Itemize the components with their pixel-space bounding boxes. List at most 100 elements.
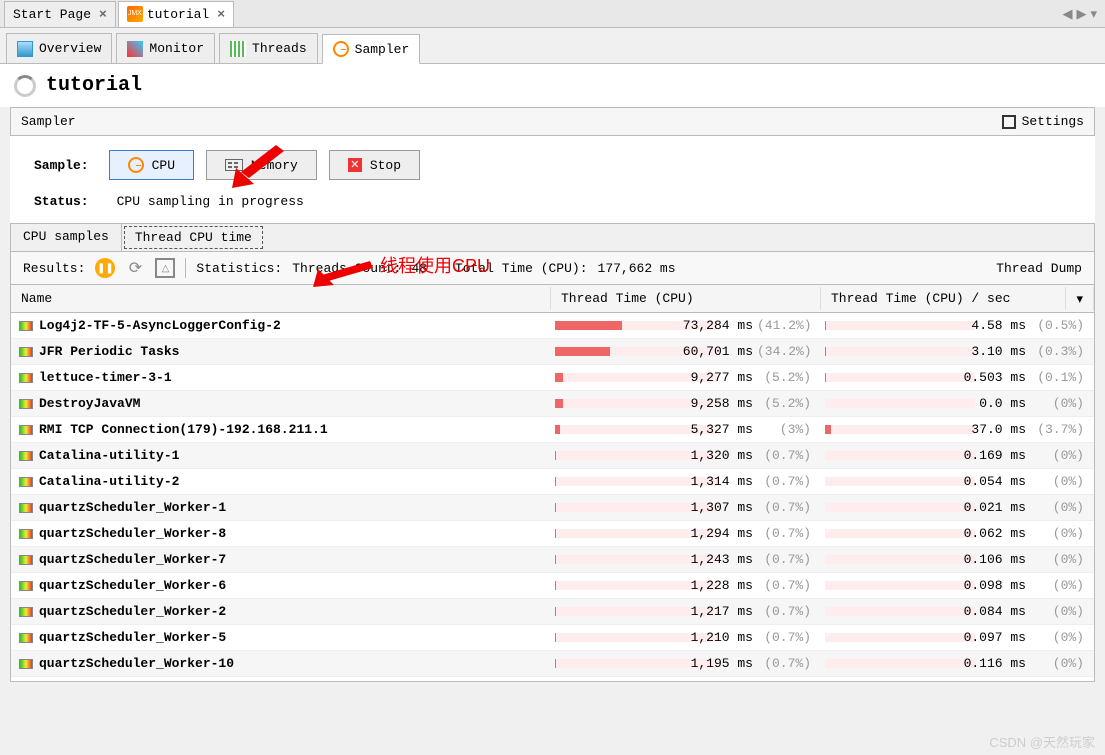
nav-menu-icon[interactable]: ▾	[1090, 6, 1097, 22]
psec-value: 0.0 ms	[979, 396, 1030, 411]
thread-icon	[19, 399, 33, 409]
result-tabs: CPU samples Thread CPU time	[10, 223, 1095, 252]
thread-dump-button[interactable]: Thread Dump	[996, 261, 1082, 276]
table-row[interactable]: quartzScheduler_Worker-7 1,243 ms(0.7%) 0.…	[11, 547, 1094, 573]
progress-spinner-icon	[14, 75, 36, 97]
threads-icon	[230, 41, 246, 57]
table-row[interactable]: JFR Periodic Tasks60,701 ms(34.2%)3.10 m…	[11, 339, 1094, 365]
psec-pct: (0%)	[1030, 474, 1084, 489]
table-row[interactable]: Catalina-utility-21,314 ms(0.7%)0.054 ms…	[11, 469, 1094, 495]
time-pct: (0.7%)	[757, 552, 811, 567]
status-label: Status:	[34, 194, 89, 209]
annotation-text: 线程使用CPU	[380, 252, 490, 278]
stop-button[interactable]: ✕ Stop	[329, 150, 420, 180]
table-row[interactable]: RMI TCP Connection(179)-192.168.211.15,3…	[11, 417, 1094, 443]
tab-monitor[interactable]: Monitor	[116, 33, 215, 63]
tab-label: Monitor	[149, 41, 204, 56]
col-name[interactable]: Name	[11, 287, 551, 310]
stop-icon: ✕	[348, 158, 362, 172]
results-toolbar: Results: ❚❚ ⟳ △ Statistics: Threads Coun…	[10, 252, 1095, 284]
psec-value: 3.10 ms	[971, 344, 1030, 359]
time-value: 1,195 ms	[691, 656, 757, 671]
psec-pct: (0%)	[1030, 526, 1084, 541]
memory-button[interactable]: Memory	[206, 150, 317, 180]
psec-value: 0.116 ms	[964, 656, 1030, 671]
time-pct: (5.2%)	[757, 370, 811, 385]
time-value: 1,307 ms	[691, 500, 757, 515]
cpu-button[interactable]: CPU	[109, 150, 194, 180]
nav-prev-icon[interactable]: ◀	[1062, 6, 1072, 22]
tab-threads[interactable]: Threads	[219, 33, 318, 63]
thread-icon	[19, 503, 33, 513]
settings-toggle[interactable]: Settings	[1002, 114, 1084, 129]
psec-pct: (0%)	[1030, 578, 1084, 593]
col-thread-time-psec[interactable]: Thread Time (CPU) / sec	[821, 287, 1066, 310]
overview-icon	[17, 41, 33, 57]
time-pct: (34.2%)	[757, 344, 811, 359]
time-pct: (0.7%)	[757, 578, 811, 593]
refresh-icon[interactable]: ⟳	[125, 258, 145, 278]
table-row[interactable]: quartzScheduler_Worker-51,210 ms(0.7%)0.…	[11, 625, 1094, 651]
pause-icon[interactable]: ❚❚	[95, 258, 115, 278]
section-label: Sampler	[21, 114, 76, 129]
table-row[interactable]: quartzScheduler_Worker-21,217 ms(0.7%)0.…	[11, 599, 1094, 625]
tab-thread-cpu-time[interactable]: Thread CPU time	[124, 226, 263, 249]
tab-start-page[interactable]: Start Page ×	[4, 1, 116, 27]
time-value: 1,320 ms	[691, 448, 757, 463]
page-title-row: tutorial	[0, 64, 1105, 107]
table-row[interactable]: quartzScheduler_Worker-11,307 ms(0.7%)0.…	[11, 495, 1094, 521]
psec-pct: (0%)	[1030, 604, 1084, 619]
thread-name: quartzScheduler_Worker-6	[39, 578, 226, 593]
psec-pct: (0%)	[1030, 396, 1084, 411]
psec-pct: (0%)	[1030, 630, 1084, 645]
tab-overview[interactable]: Overview	[6, 33, 112, 63]
thread-icon	[19, 607, 33, 617]
button-label: Memory	[251, 158, 298, 173]
table-row[interactable]: quartzScheduler_Worker-101,195 ms(0.7%)0…	[11, 651, 1094, 677]
column-expand-icon[interactable]: ▾	[1066, 287, 1094, 311]
time-value: 1,228 ms	[691, 578, 757, 593]
editor-tabs: Start Page × JMX tutorial × ◀ ▶ ▾	[0, 0, 1105, 28]
thread-name: DestroyJavaVM	[39, 396, 140, 411]
time-value: 1,210 ms	[691, 630, 757, 645]
delta-icon[interactable]: △	[155, 258, 175, 278]
psec-value: 37.0 ms	[971, 422, 1030, 437]
psec-pct: (0.3%)	[1030, 344, 1084, 359]
thread-name: quartzScheduler_Worker-8	[39, 526, 226, 541]
thread-table: Name Thread Time (CPU) Thread Time (CPU)…	[10, 284, 1095, 682]
time-pct: (0.7%)	[757, 526, 811, 541]
tab-sampler[interactable]: Sampler	[322, 34, 421, 64]
nav-next-icon[interactable]: ▶	[1076, 6, 1086, 22]
col-thread-time[interactable]: Thread Time (CPU)	[551, 287, 821, 310]
psec-value: 0.106 ms	[964, 552, 1030, 567]
table-row[interactable]: Catalina-utility-11,320 ms(0.7%)0.169 ms…	[11, 443, 1094, 469]
tab-tutorial[interactable]: JMX tutorial ×	[118, 1, 234, 27]
checkbox-icon[interactable]	[1002, 115, 1016, 129]
results-label: Results:	[23, 261, 85, 276]
tab-label: Start Page	[13, 7, 91, 22]
table-row[interactable]: Log4j2-TF-5-AsyncLoggerConfig-273,284 ms…	[11, 313, 1094, 339]
thread-name: Catalina-utility-2	[39, 474, 179, 489]
stats-prefix: Statistics:	[196, 261, 282, 276]
psec-pct: (0%)	[1030, 500, 1084, 515]
time-pct: (5.2%)	[757, 396, 811, 411]
table-body[interactable]: Log4j2-TF-5-AsyncLoggerConfig-273,284 ms…	[11, 313, 1094, 682]
time-value: 9,277 ms	[691, 370, 757, 385]
thread-name: quartzScheduler_Worker-7	[39, 552, 226, 567]
psec-value: 0.021 ms	[964, 500, 1030, 515]
time-pct: (0.7%)	[757, 474, 811, 489]
table-row[interactable]: DestroyJavaVM9,258 ms(5.2%)0.0 ms(0%)	[11, 391, 1094, 417]
table-header: Name Thread Time (CPU) Thread Time (CPU)…	[11, 285, 1094, 313]
status-row: Status: CPU sampling in progress	[10, 188, 1095, 223]
thread-icon	[19, 477, 33, 487]
close-icon[interactable]: ×	[217, 7, 225, 22]
time-value: 1,243 ms	[691, 552, 757, 567]
thread-name: Catalina-utility-1	[39, 448, 179, 463]
close-icon[interactable]: ×	[99, 7, 107, 22]
time-pct: (0.7%)	[757, 604, 811, 619]
tab-label: Overview	[39, 41, 101, 56]
table-row[interactable]: lettuce-timer-3-19,277 ms(5.2%)0.503 ms(…	[11, 365, 1094, 391]
table-row[interactable]: quartzScheduler_Worker-81,294 ms(0.7%)0.…	[11, 521, 1094, 547]
tab-cpu-samples[interactable]: CPU samples	[11, 224, 122, 251]
table-row[interactable]: quartzScheduler_Worker-61,228 ms(0.7%)0.…	[11, 573, 1094, 599]
